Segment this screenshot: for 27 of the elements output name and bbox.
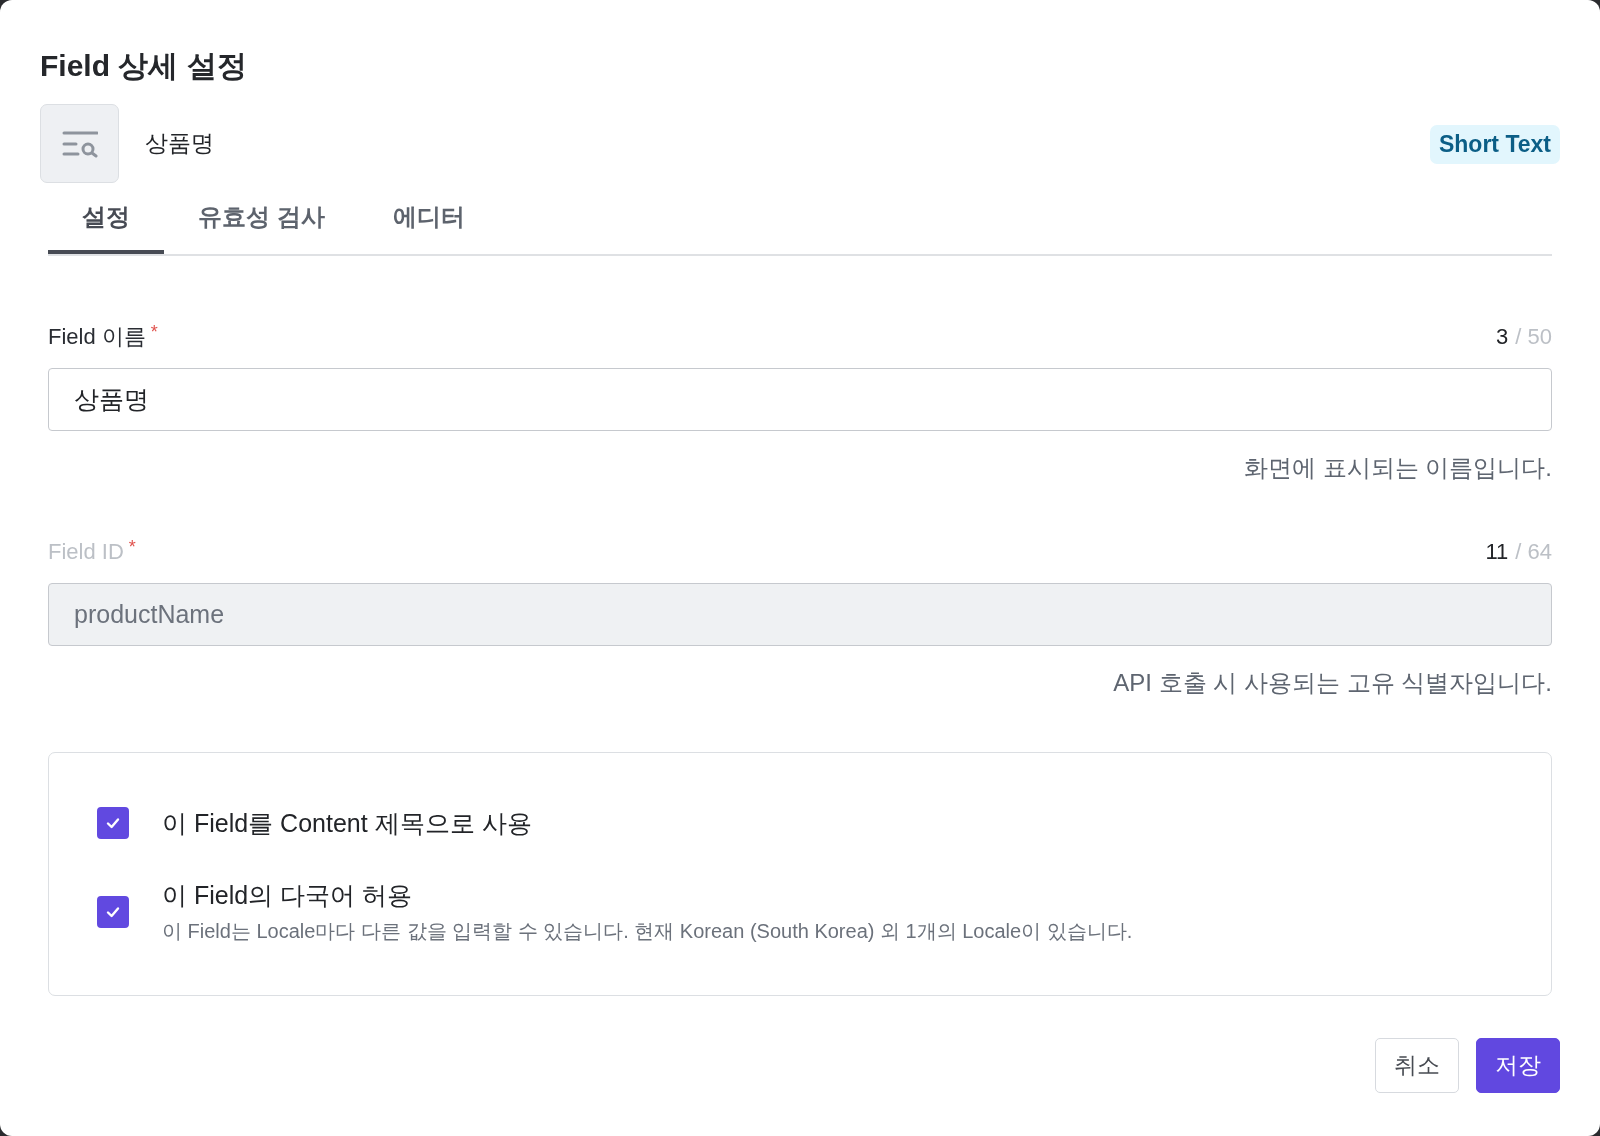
char-count: 11 bbox=[1485, 538, 1509, 566]
tab[interactable]: 에디터 bbox=[358, 183, 499, 254]
option-label: 이 Field의 다국어 허용 bbox=[162, 880, 414, 911]
check-icon bbox=[106, 816, 120, 830]
list-search-icon bbox=[40, 104, 119, 183]
field-name: 상품명 bbox=[145, 129, 214, 158]
checkbox[interactable] bbox=[97, 896, 129, 928]
dialog-button[interactable]: 저장 bbox=[1476, 1038, 1560, 1093]
dialog-button[interactable]: 취소 bbox=[1375, 1038, 1459, 1093]
char-count: 3 bbox=[1496, 323, 1509, 351]
help-text: 화면에 표시되는 이름입니다. bbox=[1244, 453, 1552, 483]
check-icon bbox=[106, 905, 120, 919]
char-limit: / 64 bbox=[1515, 538, 1552, 566]
tab[interactable]: 설정 bbox=[48, 183, 164, 254]
tab[interactable]: 유효성 검사 bbox=[164, 183, 359, 254]
field-label: Field ID bbox=[48, 538, 124, 566]
char-limit: / 50 bbox=[1515, 323, 1552, 351]
required-mark: * bbox=[128, 537, 136, 557]
field-label: Field 이름 bbox=[48, 323, 146, 351]
option-description: 이 Field는 Locale마다 다른 값을 입력할 수 있습니다. 현재 Korean (South Korea) 외 1개의 Locale이 있습니다. bbox=[162, 919, 1133, 944]
checkbox[interactable] bbox=[97, 807, 129, 839]
option-label: 이 Field를 Content 제목으로 사용 bbox=[162, 808, 532, 839]
field-type-badge: Short Text bbox=[1429, 125, 1560, 164]
dialog-title: Field 상세 설정 bbox=[40, 48, 247, 84]
help-text: API 호출 시 사용되는 고유 식별자입니다. bbox=[1113, 668, 1552, 698]
required-mark: * bbox=[150, 322, 158, 342]
text-input[interactable]: 상품명 bbox=[48, 368, 1552, 431]
